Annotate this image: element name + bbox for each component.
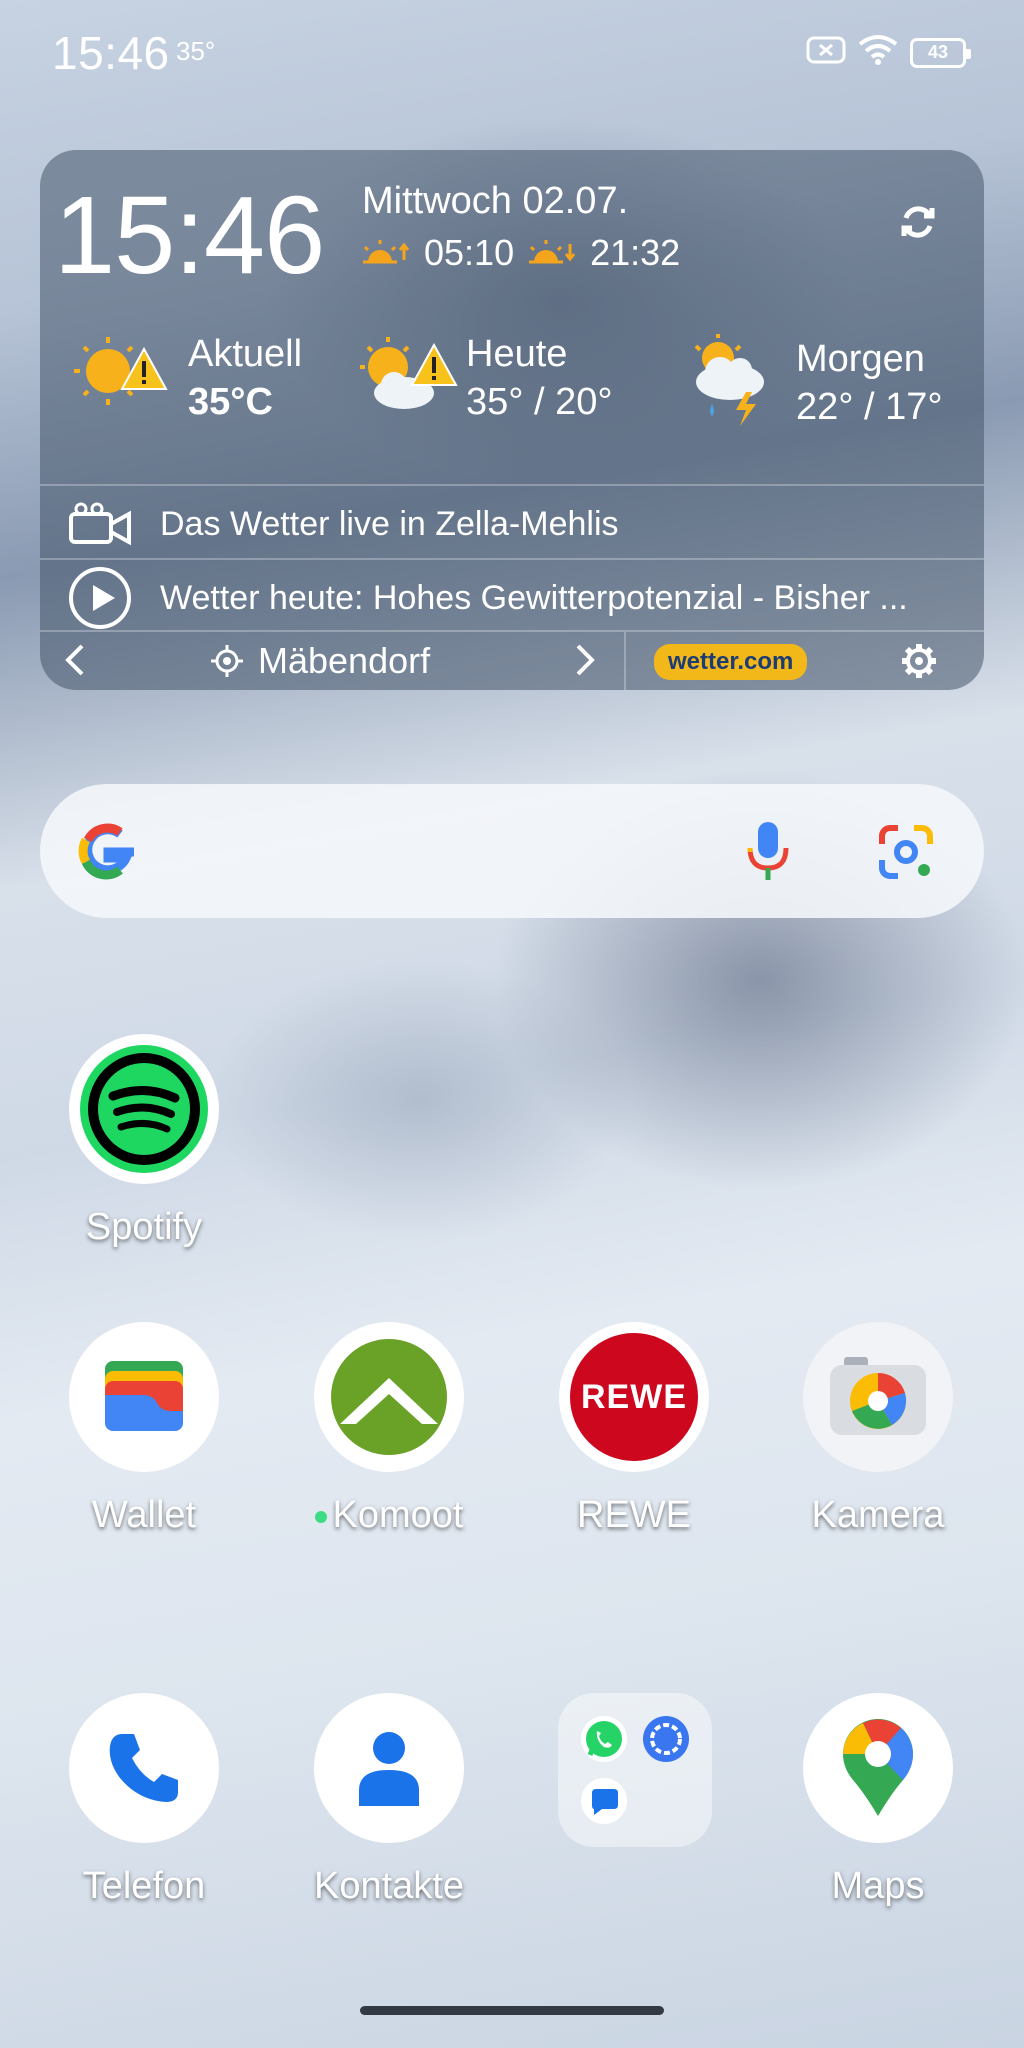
divider xyxy=(40,558,984,560)
forecast-value: 35°C xyxy=(188,381,273,423)
widget-clock[interactable]: 15:46 xyxy=(54,172,325,299)
chevron-left-icon[interactable] xyxy=(64,642,86,687)
app-label: REWE xyxy=(577,1494,691,1536)
spotify-icon xyxy=(69,1034,219,1184)
forecast-today[interactable]: Heute 35° / 20° xyxy=(354,330,613,426)
app-label: Spotify xyxy=(85,1206,203,1248)
phone-icon xyxy=(69,1693,219,1843)
google-lens-icon[interactable] xyxy=(876,822,936,887)
location-name[interactable]: Mäbendorf xyxy=(258,640,430,682)
live-video-row[interactable]: Das Wetter live in Zella-Mehlis xyxy=(40,488,984,560)
camera-icon xyxy=(803,1322,953,1472)
komoot-icon xyxy=(314,1322,464,1472)
wallet-icon xyxy=(69,1322,219,1472)
sunset-time: 21:32 xyxy=(590,232,681,273)
maps-icon xyxy=(803,1693,953,1843)
app-label: Wallet xyxy=(91,1494,197,1536)
chevron-right-icon[interactable] xyxy=(574,642,596,687)
app-folder[interactable] xyxy=(558,1693,712,1847)
location-target-icon xyxy=(210,644,244,687)
microphone-icon[interactable] xyxy=(746,820,790,889)
sun-cloud-warning-icon xyxy=(354,331,464,426)
battery-icon: 43 xyxy=(910,37,971,68)
status-time: 15:46 xyxy=(52,27,170,79)
widget-date: Mittwoch 02.07. xyxy=(362,180,629,222)
sunset-icon xyxy=(528,238,576,268)
app-label: Kontakte xyxy=(314,1865,464,1907)
app-label: Telefon xyxy=(82,1865,206,1907)
forecast-value: 35° / 20° xyxy=(466,381,613,423)
app-label: Kamera xyxy=(811,1494,945,1536)
live-text: Das Wetter live in Zella-Mehlis xyxy=(160,504,619,543)
app-wallet[interactable]: Wallet xyxy=(44,1322,244,1537)
app-maps[interactable]: Maps xyxy=(778,1693,978,1908)
rewe-icon: REWE xyxy=(559,1322,709,1472)
rewe-logo: REWE xyxy=(570,1333,698,1461)
thunderstorm-icon xyxy=(676,330,786,435)
sun-warning-icon xyxy=(66,331,176,426)
app-label: Komoot xyxy=(289,1494,489,1537)
forecast-tomorrow[interactable]: Morgen 22° / 17° xyxy=(676,330,943,435)
whatsapp-icon xyxy=(580,1715,628,1768)
forecast-current[interactable]: Aktuell 35°C xyxy=(66,330,302,426)
forecast-title: Morgen xyxy=(796,337,925,380)
app-komoot[interactable]: Komoot xyxy=(289,1322,489,1537)
screen-record-icon xyxy=(806,35,846,70)
app-label-text: Komoot xyxy=(332,1494,464,1536)
app-telefon[interactable]: Telefon xyxy=(44,1693,244,1908)
new-indicator-dot xyxy=(314,1510,327,1523)
messages-icon xyxy=(580,1777,628,1830)
widget-bottom-bar: Mäbendorf wetter.com xyxy=(40,632,984,690)
divider xyxy=(624,632,626,690)
wifi-icon xyxy=(858,34,898,71)
forecast-value: 22° / 17° xyxy=(796,385,943,428)
gesture-navigation-handle[interactable] xyxy=(360,2006,664,2015)
weather-widget[interactable]: 15:46 Mittwoch 02.07. 05:10 21:32 Aktuel… xyxy=(40,150,984,690)
news-video-row[interactable]: Wetter heute: Hohes Gewitterpotenzial - … xyxy=(40,562,984,634)
forecast-title: Heute xyxy=(466,333,568,375)
sunrise-time: 05:10 xyxy=(424,232,515,273)
status-temperature: 35° xyxy=(176,36,216,66)
play-icon xyxy=(40,565,160,631)
forecast-title: Aktuell xyxy=(188,333,303,375)
app-spotify[interactable]: Spotify xyxy=(44,1034,244,1249)
app-kamera[interactable]: Kamera xyxy=(778,1322,978,1537)
google-search-bar[interactable] xyxy=(40,784,984,918)
app-rewe[interactable]: REWE REWE xyxy=(534,1322,734,1537)
google-logo[interactable] xyxy=(74,818,140,889)
video-camera-icon xyxy=(40,502,160,546)
refresh-icon[interactable] xyxy=(892,196,944,248)
app-kontakte[interactable]: Kontakte xyxy=(289,1693,489,1908)
divider xyxy=(40,484,984,486)
signal-icon xyxy=(642,1715,690,1768)
app-label: Maps xyxy=(831,1865,925,1907)
contacts-icon xyxy=(314,1693,464,1843)
sun-times: 05:10 21:32 xyxy=(362,232,680,274)
wetter-com-logo[interactable]: wetter.com xyxy=(654,644,808,680)
news-text: Wetter heute: Hohes Gewitterpotenzial - … xyxy=(160,578,908,617)
settings-gear-icon[interactable] xyxy=(900,642,938,689)
status-icons: 43 xyxy=(806,34,971,71)
sunrise-icon xyxy=(362,238,410,268)
